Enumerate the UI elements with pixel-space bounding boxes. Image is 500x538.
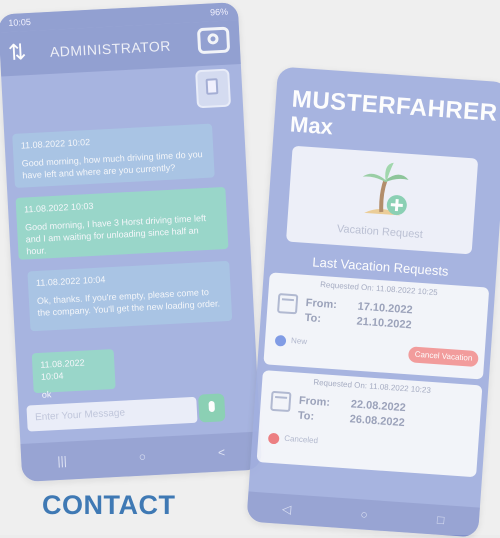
- vacation-request-card: Requested On: 11.08.2022 10:23 From: To:…: [256, 370, 483, 478]
- status-dot: [274, 334, 287, 347]
- from-label: From:: [298, 394, 331, 409]
- message-sent: 11.08.2022 10:04 ok: [31, 349, 116, 400]
- message-text: ok: [41, 389, 52, 400]
- vacation-request-card: Requested On: 11.08.2022 10:25 From: To:…: [263, 272, 490, 380]
- message-input[interactable]: Enter Your Message: [26, 396, 198, 432]
- to-label: To:: [297, 409, 315, 423]
- message-time: 11.08.2022 10:04: [35, 274, 106, 288]
- message-text: Good morning, how much driving time do y…: [21, 149, 203, 181]
- cancel-vacation-button[interactable]: Cancel Vacation: [408, 346, 479, 368]
- android-nav-bar: ◁ ○ □: [246, 491, 480, 538]
- from-date: 22.08.2022: [350, 398, 407, 415]
- status-dot: [267, 432, 280, 445]
- status-time: 10:05: [8, 16, 32, 29]
- page-heading: CONTACT: [42, 490, 176, 520]
- android-nav-bar: ||| ○ <: [20, 431, 263, 482]
- message-time: 11.08.2022 10:02: [20, 136, 91, 151]
- message-time: 11.08.2022 10:03: [23, 200, 94, 215]
- to-date: 21.10.2022: [356, 315, 412, 332]
- palm-tree-icon: [362, 162, 409, 216]
- from-date: 17.10.2022: [357, 300, 413, 317]
- calendar-icon: [276, 293, 299, 315]
- to-label: To:: [304, 311, 322, 326]
- to-date: 26.08.2022: [349, 413, 406, 430]
- vacation-request-label: Vacation Request: [336, 222, 424, 241]
- recent-apps-icon[interactable]: □: [437, 513, 445, 527]
- battery-level: 96%: [209, 6, 229, 18]
- vacation-request-button[interactable]: Vacation Request: [286, 145, 479, 255]
- message-text: Good morning, I have 3 Horst driving tim…: [24, 212, 207, 257]
- home-icon[interactable]: ○: [138, 449, 146, 463]
- home-icon[interactable]: ○: [360, 507, 368, 521]
- driver-first-name: Max: [289, 111, 334, 140]
- send-voice-button[interactable]: [198, 393, 226, 423]
- status-text: Canceled: [283, 433, 319, 446]
- swap-arrows-icon[interactable]: ⇅: [7, 37, 39, 69]
- from-label: From:: [305, 296, 338, 312]
- chat-title: ADMINISTRATOR: [49, 37, 172, 60]
- back-icon[interactable]: <: [218, 445, 226, 459]
- vacation-phone: MUSTERFAHRER Max Vacation Request Last V…: [246, 66, 500, 538]
- message-text: Ok, thanks. If you're empty, please come…: [36, 286, 221, 318]
- recent-apps-icon[interactable]: |||: [57, 454, 67, 468]
- camera-icon[interactable]: [196, 26, 231, 55]
- message-received: 11.08.2022 10:02 Good morning, how much …: [12, 123, 215, 188]
- message-received: 11.08.2022 10:04 Ok, thanks. If you're e…: [27, 260, 233, 332]
- message-sent: 11.08.2022 10:03 Good morning, I have 3 …: [15, 186, 229, 260]
- message-time: 11.08.2022 10:04: [40, 357, 85, 382]
- calendar-icon: [270, 390, 292, 413]
- requested-on: Requested On: 11.08.2022 10:23: [313, 377, 432, 395]
- status-text: New: [290, 336, 308, 347]
- document-button[interactable]: [195, 68, 232, 109]
- admin-chat-phone: 10:05 96% ⇅ ADMINISTRATOR 11.08.2022 10:…: [0, 2, 263, 482]
- requested-on: Requested On: 11.08.2022 10:25: [319, 279, 438, 298]
- back-icon[interactable]: ◁: [282, 502, 292, 517]
